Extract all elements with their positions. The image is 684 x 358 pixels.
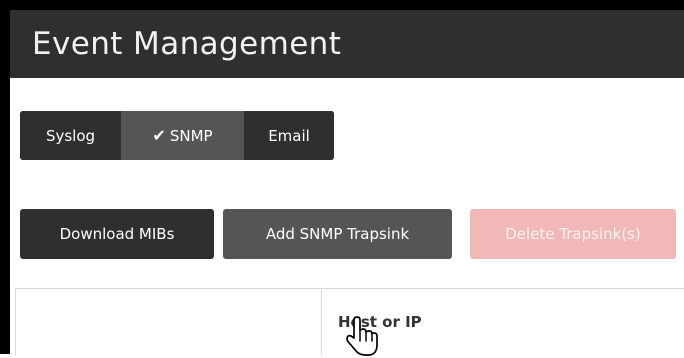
add-snmp-trapsink-label: Add SNMP Trapsink (265, 225, 410, 243)
tab-snmp-label: SNMP (169, 126, 213, 145)
tab-email-label: Email (268, 126, 310, 145)
event-type-tabs: Syslog ✔ SNMP Email (20, 111, 334, 160)
window-left-border (0, 0, 10, 354)
hand-cursor-icon (346, 316, 378, 356)
tab-email[interactable]: Email (244, 111, 334, 160)
page-header: Event Management (10, 10, 684, 78)
add-snmp-trapsink-button[interactable]: Add SNMP Trapsink (223, 209, 452, 259)
select-column-header[interactable] (16, 289, 322, 355)
tab-syslog[interactable]: Syslog (20, 111, 121, 160)
check-icon: ✔ (152, 126, 166, 145)
page-title: Event Management (32, 26, 342, 62)
main-content: Syslog ✔ SNMP Email Download MIBs Add SN… (10, 78, 684, 356)
window-top-border (0, 0, 684, 10)
tab-syslog-label: Syslog (45, 126, 96, 145)
delete-trapsink-button[interactable]: Delete Trapsink(s) (470, 209, 676, 259)
delete-trapsink-label: Delete Trapsink(s) (505, 225, 641, 243)
download-mibs-label: Download MIBs (59, 225, 175, 243)
download-mibs-button[interactable]: Download MIBs (20, 209, 214, 259)
tab-snmp[interactable]: ✔ SNMP (121, 111, 244, 160)
